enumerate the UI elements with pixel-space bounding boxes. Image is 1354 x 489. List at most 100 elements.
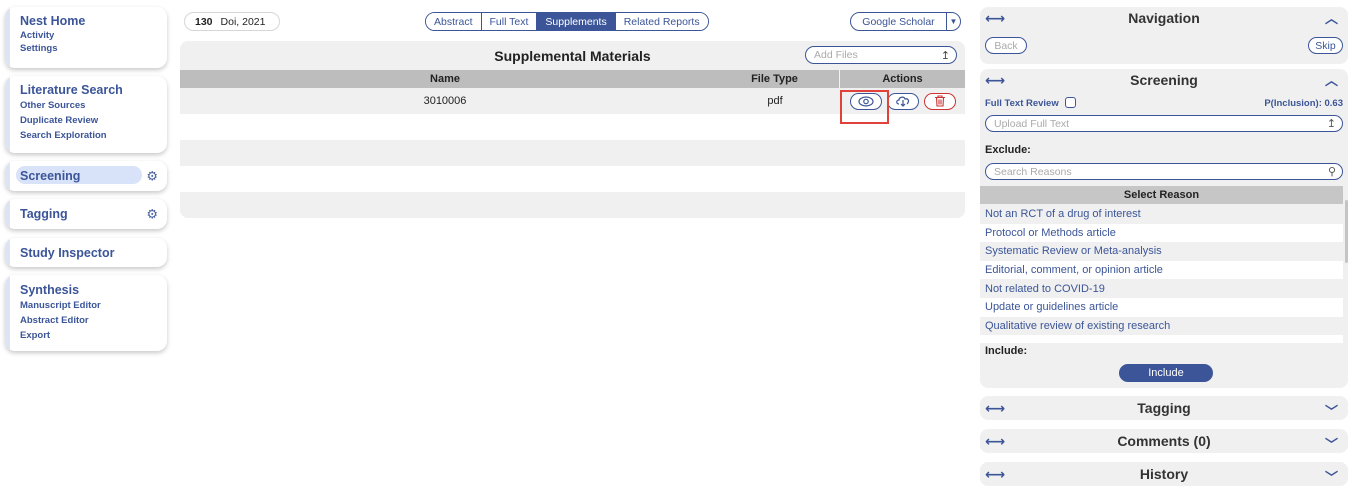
nav-tagging[interactable]: Tagging [20, 207, 68, 221]
nav-manuscript-editor[interactable]: Manuscript Editor [20, 298, 167, 313]
nav-card-tagging: Tagging ⚙ [5, 199, 167, 229]
comments-panel-header[interactable]: ⟷ Comments (0) ﹀ [980, 429, 1348, 453]
supplements-header: Supplemental Materials Add Files ↥ [180, 41, 965, 70]
search-reasons-input[interactable]: Search Reasons ⚲ [985, 163, 1343, 180]
history-panel[interactable]: ⟷ History ﹀ [980, 462, 1348, 486]
include-button[interactable]: Include [1119, 364, 1213, 382]
trash-icon [934, 95, 945, 107]
screening-panel: ⟷ Screening ︿ Full Text Review P(Inclusi… [980, 69, 1348, 388]
nav-export[interactable]: Export [20, 328, 167, 343]
chevron-down-icon[interactable]: ﹀ [1325, 434, 1338, 453]
reason-item[interactable]: Qualitative review of existing research [980, 317, 1343, 336]
full-text-review-label: Full Text Review [985, 98, 1059, 109]
move-handle-icon[interactable]: ⟷ [985, 72, 1005, 89]
nav-card-study-inspector: Study Inspector [5, 238, 167, 267]
navigation-title: Navigation [1128, 10, 1200, 26]
back-button[interactable]: Back [985, 37, 1027, 54]
view-tabs: Abstract Full Text Supplements Related R… [425, 12, 709, 31]
reason-list: Not an RCT of a drug of interest Protoco… [980, 205, 1343, 344]
chevron-up-icon[interactable]: ︿ [1325, 8, 1338, 27]
nav-synthesis[interactable]: Synthesis [20, 283, 167, 297]
google-scholar-button[interactable]: Google Scholar ▼ [850, 12, 961, 31]
navigation-panel-header: ⟷ Navigation ︿ [980, 7, 1348, 29]
reason-item[interactable]: Protocol or Methods article [980, 223, 1343, 243]
column-header-file-type: File Type [710, 70, 840, 88]
gear-icon[interactable]: ⚙ [146, 170, 158, 183]
select-reason-header: Select Reason [980, 186, 1343, 204]
delete-file-button[interactable] [923, 92, 956, 110]
google-scholar-label: Google Scholar [862, 15, 935, 28]
nav-study-inspector[interactable]: Study Inspector [20, 246, 114, 260]
move-handle-icon[interactable]: ⟷ [985, 400, 1005, 417]
move-handle-icon[interactable]: ⟷ [985, 10, 1005, 27]
reason-item[interactable]: Editorial, comment, or opinion article [980, 260, 1343, 280]
p-inclusion: P(Inclusion): 0.63 [1264, 98, 1343, 109]
add-files-input[interactable]: Add Files ↥ [805, 46, 957, 64]
file-name: 3010006 [423, 95, 467, 107]
nav-card-screening: Screening ⚙ [5, 161, 167, 191]
tagging-title: Tagging [1137, 400, 1191, 416]
nav-duplicate-review[interactable]: Duplicate Review [20, 113, 167, 128]
tab-abstract[interactable]: Abstract [426, 13, 482, 30]
column-header-name: Name [430, 73, 460, 85]
upload-full-text-placeholder: Upload Full Text [994, 117, 1070, 130]
nav-nest-home[interactable]: Nest Home [20, 14, 167, 28]
chevron-down-icon[interactable]: ﹀ [1325, 467, 1338, 486]
full-text-review-checkbox[interactable] [1065, 97, 1076, 108]
tab-related-reports[interactable]: Related Reports [615, 13, 708, 30]
move-handle-icon[interactable]: ⟷ [985, 466, 1005, 483]
column-header-actions: Actions [882, 73, 923, 85]
nav-settings[interactable]: Settings [20, 42, 167, 55]
search-reasons-placeholder: Search Reasons [994, 165, 1072, 178]
cloud-download-icon [895, 96, 909, 107]
nav-search-exploration[interactable]: Search Exploration [20, 128, 167, 143]
upload-icon: ↥ [940, 49, 950, 62]
nav-card-literature-search: Literature Search Other Sources Duplicat… [5, 76, 167, 153]
upload-full-text-input[interactable]: Upload Full Text ↥ [985, 115, 1343, 132]
reason-item[interactable]: Systematic Review or Meta-analysis [980, 242, 1343, 261]
nav-screening[interactable]: Screening [20, 169, 80, 183]
nav-card-nest-home: Nest Home Activity Settings [5, 7, 167, 68]
reason-item[interactable]: Not related to COVID-19 [980, 279, 1343, 298]
nav-abstract-editor[interactable]: Abstract Editor [20, 313, 167, 328]
history-panel-header[interactable]: ⟷ History ﹀ [980, 462, 1348, 486]
reason-item[interactable]: Update or guidelines article [980, 297, 1343, 317]
highlight-box [840, 90, 889, 124]
tab-full-text[interactable]: Full Text [481, 13, 538, 30]
screening-title: Screening [1130, 72, 1198, 88]
tagging-panel-header[interactable]: ⟷ Tagging ﹀ [980, 396, 1348, 420]
move-handle-icon[interactable]: ⟷ [985, 433, 1005, 450]
nav-card-synthesis: Synthesis Manuscript Editor Abstract Edi… [5, 275, 167, 351]
tab-supplements[interactable]: Supplements [537, 13, 616, 30]
download-file-button[interactable] [886, 92, 919, 110]
upload-icon: ↥ [1326, 118, 1336, 130]
table-row-empty [180, 192, 965, 218]
table-header: Name File Type Actions [180, 70, 965, 88]
skip-button[interactable]: Skip [1308, 37, 1343, 54]
nav-other-sources[interactable]: Other Sources [20, 98, 167, 113]
search-icon: ⚲ [1327, 166, 1336, 178]
file-type: pdf [767, 95, 783, 107]
screening-panel-header: ⟷ Screening ︿ [980, 69, 1348, 91]
chevron-down-icon[interactable]: ▼ [946, 13, 960, 30]
tagging-panel[interactable]: ⟷ Tagging ﹀ [980, 396, 1348, 420]
exclude-label: Exclude: [985, 144, 1031, 156]
comments-panel[interactable]: ⟷ Comments (0) ﹀ [980, 429, 1348, 453]
reason-scrollbar[interactable] [1345, 200, 1348, 263]
table-row-empty [180, 140, 965, 166]
record-id: 130 [195, 15, 213, 28]
gear-icon[interactable]: ⚙ [146, 208, 158, 221]
nav-activity[interactable]: Activity [20, 29, 167, 42]
record-doi: Doi, 2021 [220, 15, 266, 28]
history-title: History [1139, 466, 1189, 482]
table-row-empty [180, 166, 965, 192]
include-label: Include: [985, 345, 1028, 357]
chevron-up-icon[interactable]: ︿ [1325, 70, 1338, 89]
reason-item[interactable]: Not an RCT of a drug of interest [980, 205, 1343, 224]
add-files-placeholder: Add Files [814, 49, 858, 61]
record-badge: 130 Doi, 2021 [184, 12, 280, 31]
reason-item-partial [980, 335, 1343, 344]
chevron-down-icon[interactable]: ﹀ [1325, 401, 1338, 420]
comments-title: Comments (0) [1117, 433, 1211, 449]
nav-literature-search[interactable]: Literature Search [20, 83, 167, 97]
